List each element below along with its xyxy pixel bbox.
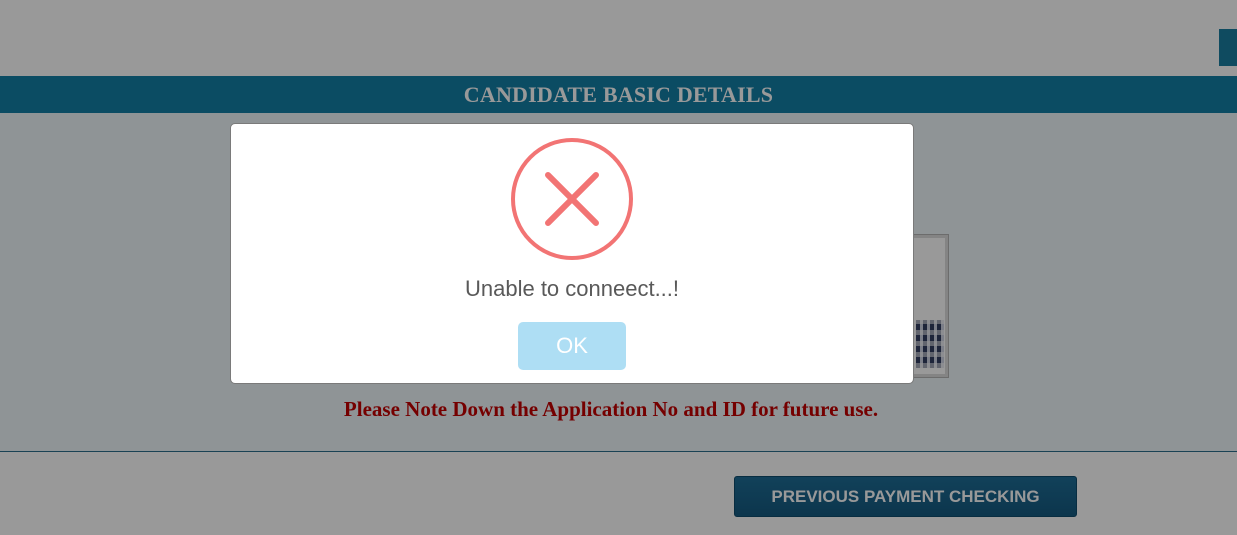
- modal-overlay: Unable to conneect...! OK: [0, 0, 1237, 535]
- error-x-icon: [511, 138, 633, 260]
- ok-button[interactable]: OK: [518, 322, 626, 370]
- dialog-message: Unable to conneect...!: [464, 276, 680, 301]
- error-dialog: Unable to conneect...! OK: [230, 123, 914, 384]
